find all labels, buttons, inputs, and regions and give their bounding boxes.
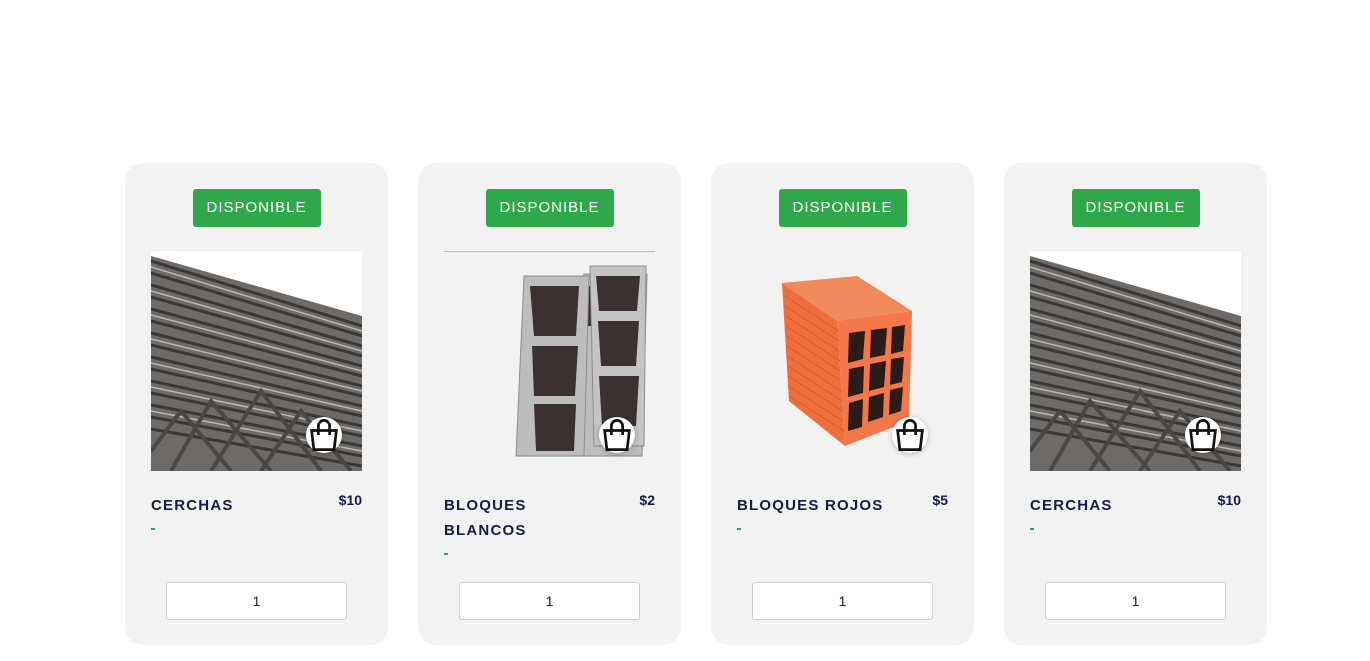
product-card: DISPONIBLE CERCHAS $10 <box>1004 163 1267 645</box>
divider <box>444 553 448 555</box>
shopping-bag-icon <box>599 325 635 471</box>
availability-badge: DISPONIBLE <box>778 189 907 227</box>
product-price: $10 <box>338 492 362 508</box>
shopping-bag-icon <box>1185 325 1221 471</box>
product-price: $10 <box>1217 492 1241 508</box>
availability-badge: DISPONIBLE <box>485 189 614 227</box>
product-price: $2 <box>639 492 655 508</box>
availability-badge: DISPONIBLE <box>192 189 321 227</box>
product-card: DISPONIBLE CERCHAS $10 <box>125 163 388 645</box>
add-to-cart-button[interactable] <box>599 417 635 453</box>
product-image[interactable] <box>737 251 948 471</box>
quantity-input[interactable] <box>459 582 640 620</box>
product-title[interactable]: BLOQUES BLANCOS <box>444 493 594 543</box>
quantity-input[interactable] <box>752 582 933 620</box>
product-title[interactable]: CERCHAS <box>151 493 301 518</box>
product-card: DISPONIBLE BLOQUES ROJOS $5 <box>711 163 974 645</box>
product-title[interactable]: BLOQUES ROJOS <box>737 493 887 518</box>
add-to-cart-button[interactable] <box>892 417 928 453</box>
add-to-cart-button[interactable] <box>306 417 342 453</box>
product-grid: DISPONIBLE CERCHAS $10 DISPONIBLE BLOQUE… <box>125 163 1267 645</box>
shopping-bag-icon <box>892 325 928 471</box>
product-image[interactable] <box>1030 251 1241 471</box>
shopping-bag-icon <box>306 325 342 471</box>
product-image[interactable] <box>444 251 655 471</box>
add-to-cart-button[interactable] <box>1185 417 1221 453</box>
divider <box>737 528 741 530</box>
product-title[interactable]: CERCHAS <box>1030 493 1180 518</box>
divider <box>151 528 155 530</box>
quantity-input[interactable] <box>1045 582 1226 620</box>
quantity-input[interactable] <box>166 582 347 620</box>
product-image[interactable] <box>151 251 362 471</box>
divider <box>1030 528 1034 530</box>
product-card: DISPONIBLE BLOQUES BLANCOS $2 <box>418 163 681 645</box>
product-price: $5 <box>932 492 948 508</box>
availability-badge: DISPONIBLE <box>1071 189 1200 227</box>
